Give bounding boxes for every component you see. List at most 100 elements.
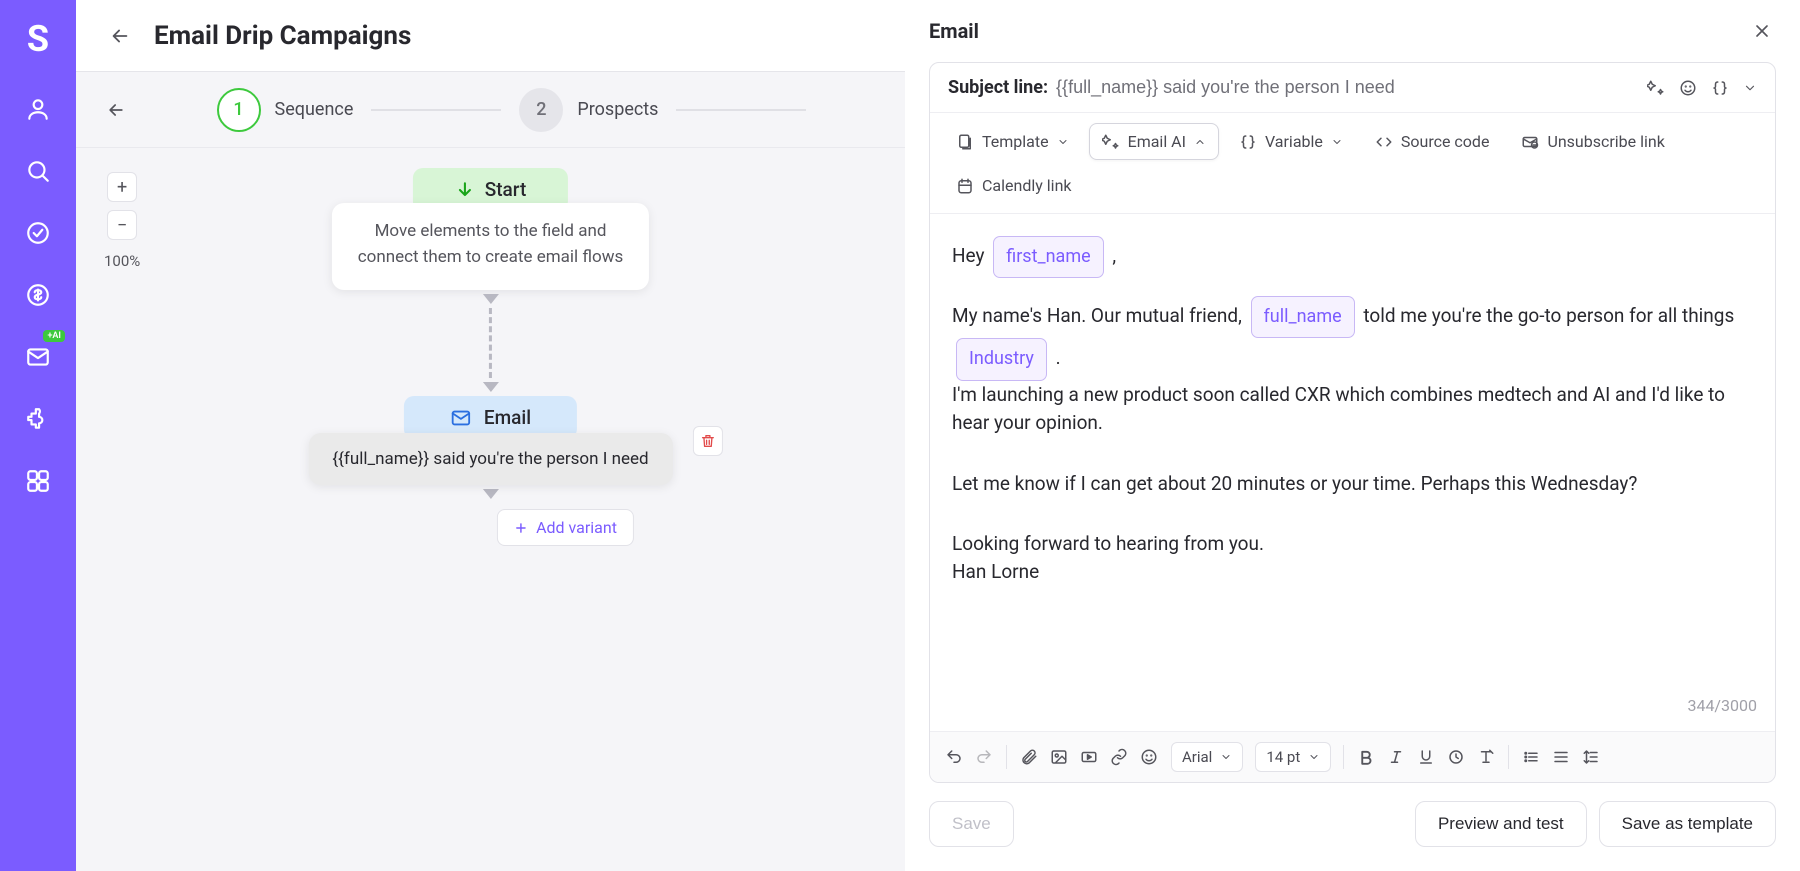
email-ai-button[interactable]: Email AI [1089, 123, 1219, 160]
undo-button[interactable] [944, 747, 964, 767]
topbar: Email Drip Campaigns [76, 0, 905, 72]
email-node-label: Email [484, 406, 531, 429]
page-title: Email Drip Campaigns [154, 21, 411, 51]
font-value: Arial [1182, 748, 1212, 766]
nav-search-icon[interactable] [25, 158, 51, 184]
source-label: Source code [1401, 132, 1490, 151]
zoom-in-button[interactable]: + [107, 172, 137, 202]
add-variant-button[interactable]: Add variant [497, 509, 634, 546]
subject-input[interactable] [1056, 77, 1639, 98]
body-p2a: My name's Han. Our mutual friend, [952, 304, 1242, 327]
step-divider [371, 109, 501, 111]
panel-header: Email [905, 0, 1800, 62]
nav-contacts-icon[interactable] [25, 96, 51, 122]
redo-button[interactable] [974, 747, 994, 767]
emoji-button[interactable] [1139, 747, 1159, 767]
ai-suggest-icon[interactable] [1647, 79, 1665, 97]
bold-button[interactable] [1356, 747, 1376, 767]
template-button[interactable]: Template [944, 123, 1081, 160]
stepper-row: 1 Sequence 2 Prospects [76, 72, 905, 148]
variable-icon[interactable] [1711, 79, 1729, 97]
calendly-button[interactable]: Calendly link [944, 168, 1084, 203]
body-p4: Let me know if I can get about 20 minute… [952, 466, 1753, 502]
panel-title: Email [929, 19, 979, 43]
add-variant-label: Add variant [536, 518, 617, 537]
email-node-wrap: Email {{full_name}} said you're the pers… [308, 396, 672, 485]
step-2-number: 2 [519, 88, 563, 132]
char-count: 344/3000 [1687, 691, 1757, 721]
step-sequence[interactable]: 1 Sequence [217, 88, 354, 132]
clear-format-button[interactable] [1476, 747, 1496, 767]
attach-button[interactable] [1019, 747, 1039, 767]
size-value: 14 pt [1266, 748, 1300, 766]
main-column: Email Drip Campaigns 1 Sequence 2 Prospe… [76, 0, 905, 871]
back-button[interactable] [104, 20, 136, 52]
email-body-editor[interactable]: Hey first_name , My name's Han. Our mutu… [930, 214, 1775, 731]
variable-button[interactable]: Variable [1227, 123, 1355, 160]
var-industry[interactable]: Industry [956, 338, 1047, 380]
video-button[interactable] [1079, 747, 1099, 767]
body-greet: Hey [952, 244, 985, 267]
step-prospects[interactable]: 2 Prospects [519, 88, 658, 132]
close-panel-button[interactable] [1748, 17, 1776, 45]
body-p5: Looking forward to hearing from you. [952, 530, 1753, 559]
body-period: . [1056, 346, 1061, 369]
flow-graph: Start Move elements to the field and con… [308, 168, 672, 546]
nav-verify-icon[interactable] [25, 220, 51, 246]
email-node-subject: {{full_name}} said you're the person I n… [332, 449, 648, 469]
line-height-button[interactable] [1581, 747, 1601, 767]
step-1-label: Sequence [275, 99, 354, 120]
flow-canvas[interactable]: + − 100% Start Move elements to the fiel… [76, 148, 905, 871]
email-ai-label: Email AI [1128, 132, 1186, 151]
calendly-label: Calendly link [982, 176, 1072, 195]
bullet-list-button[interactable] [1521, 747, 1541, 767]
app-logo: S [27, 18, 49, 60]
connector [483, 294, 499, 392]
start-hint-line1: Move elements to the field and [358, 219, 624, 245]
panel-footer: Save Preview and test Save as template [905, 783, 1800, 871]
start-node-card: Move elements to the field and connect t… [332, 203, 650, 290]
image-button[interactable] [1049, 747, 1069, 767]
nav-integrations-icon[interactable] [25, 406, 51, 432]
app-sidebar: S +AI [0, 0, 76, 871]
body-p3: I'm launching a new product soon called … [952, 381, 1753, 438]
body-sig: Han Lorne [952, 558, 1753, 587]
zoom-level: 100% [104, 252, 140, 270]
step-2-label: Prospects [577, 99, 658, 120]
emoji-icon[interactable] [1679, 79, 1697, 97]
email-node-card[interactable]: {{full_name}} said you're the person I n… [308, 433, 672, 485]
start-node-label: Start [485, 178, 527, 201]
font-select[interactable]: Arial [1171, 742, 1243, 772]
color-button[interactable] [1446, 747, 1466, 767]
var-full-name[interactable]: full_name [1251, 296, 1355, 338]
subject-row: Subject line: [930, 63, 1775, 113]
save-button[interactable]: Save [929, 801, 1014, 847]
source-code-button[interactable]: Source code [1363, 123, 1502, 160]
italic-button[interactable] [1386, 747, 1406, 767]
var-first-name[interactable]: first_name [993, 236, 1103, 278]
step-1-number: 1 [217, 88, 261, 132]
save-template-button[interactable]: Save as template [1599, 801, 1776, 847]
editor-toolbar: Template Email AI Variable Source code [930, 113, 1775, 214]
underline-button[interactable] [1416, 747, 1436, 767]
nav-apps-icon[interactable] [25, 468, 51, 494]
delete-node-button[interactable] [693, 426, 723, 456]
preview-button[interactable]: Preview and test [1415, 801, 1587, 847]
email-editor-panel: Email Subject line: Template [905, 0, 1800, 871]
chevron-down-icon[interactable] [1743, 81, 1757, 95]
unsubscribe-button[interactable]: Unsubscribe link [1509, 123, 1676, 160]
step-divider [676, 109, 806, 111]
unsubscribe-label: Unsubscribe link [1547, 132, 1664, 151]
stepper-back-button[interactable] [104, 98, 128, 122]
zoom-controls: + − 100% [104, 172, 140, 270]
size-select[interactable]: 14 pt [1255, 742, 1331, 772]
align-button[interactable] [1551, 747, 1571, 767]
nav-billing-icon[interactable] [25, 282, 51, 308]
link-button[interactable] [1109, 747, 1129, 767]
zoom-out-button[interactable]: − [107, 210, 137, 240]
format-bar: Arial 14 pt [930, 731, 1775, 782]
subject-label: Subject line: [948, 77, 1048, 98]
start-hint-line2: connect them to create email flows [358, 245, 624, 271]
nav-campaigns-icon[interactable]: +AI [25, 344, 51, 370]
body-p2b: told me you're the go-to person for all … [1363, 304, 1734, 327]
